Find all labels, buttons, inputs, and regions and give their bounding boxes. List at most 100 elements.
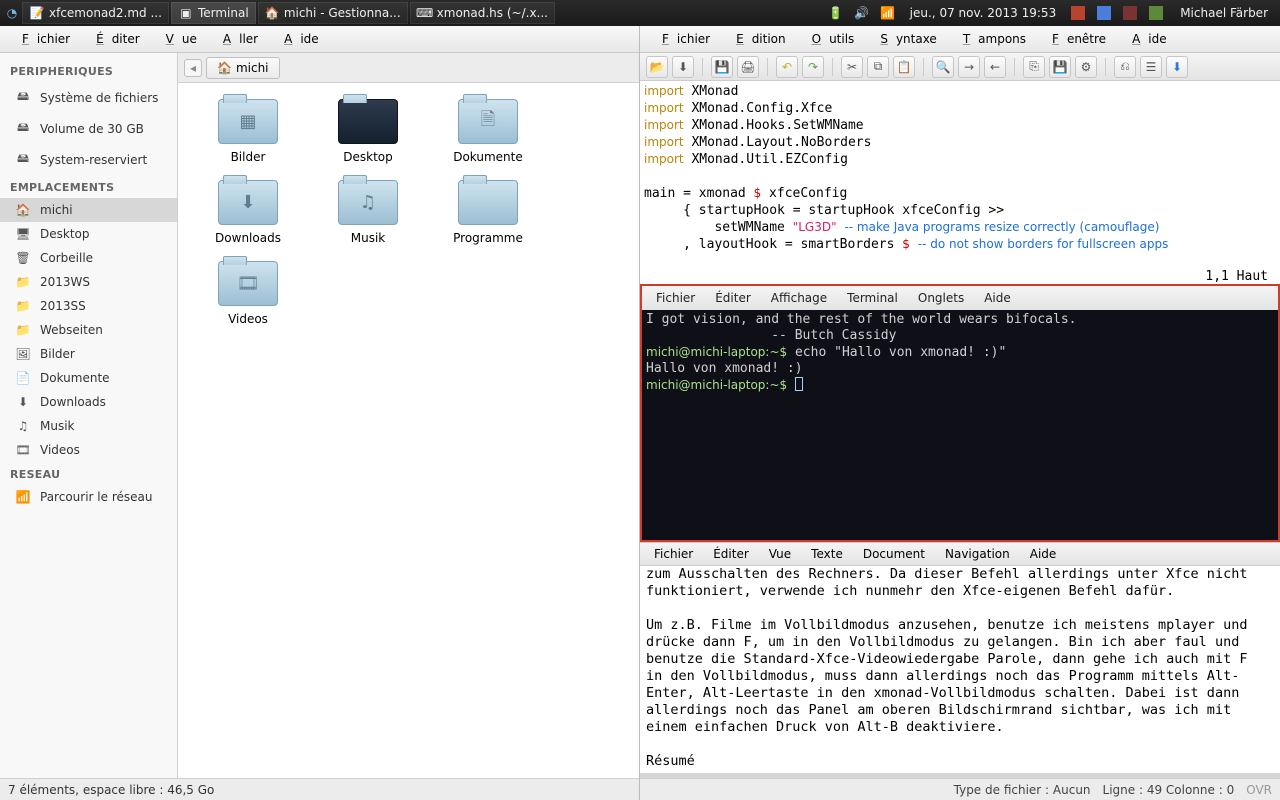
- sidebar-item-icon: 🎞: [14, 443, 32, 457]
- menu-onglets[interactable]: Onglets: [910, 289, 972, 307]
- menu-vue[interactable]: Vue: [150, 29, 205, 49]
- sidebar-item-webseiten[interactable]: 📁Webseiten: [0, 318, 177, 342]
- fm-iconview[interactable]: ▦BilderDesktop🗎Dokumente ⬇Downloads♫Musik…: [178, 83, 639, 778]
- menu-texte[interactable]: Texte: [803, 545, 851, 563]
- sidebar-item-label: michi: [40, 203, 73, 217]
- sidebar-item-downloads[interactable]: ⬇Downloads: [0, 390, 177, 414]
- tool4-button[interactable]: ☰: [1140, 56, 1162, 78]
- undo-button[interactable]: ↶: [776, 56, 798, 78]
- app3-icon[interactable]: [1120, 3, 1140, 23]
- sidebar-item-label: 2013WS: [40, 275, 90, 289]
- menu-aide[interactable]: Aide: [1116, 29, 1175, 49]
- menu-navigation[interactable]: Navigation: [937, 545, 1018, 563]
- folder-dokumente[interactable]: 🗎Dokumente: [428, 99, 548, 164]
- find-button[interactable]: 🔍: [932, 56, 954, 78]
- editor-code[interactable]: import XMonad import XMonad.Config.Xfce …: [640, 81, 1280, 269]
- folder-downloads[interactable]: ⬇Downloads: [188, 180, 308, 245]
- terminal-output[interactable]: I got vision, and the rest of the world …: [642, 310, 1278, 540]
- task-1[interactable]: ▣Terminal: [171, 2, 256, 24]
- sidebar-item-dokumente[interactable]: 📄Dokumente: [0, 366, 177, 390]
- sidebar-item-icon: 📁: [14, 323, 32, 337]
- folder-icon: 🗎: [458, 99, 518, 144]
- task-label: michi - Gestionna...: [284, 6, 401, 20]
- terminal-window: FichierÉditerAffichageTerminalOngletsAid…: [640, 284, 1280, 542]
- menu-aller[interactable]: Aller: [207, 29, 266, 49]
- tool1-button[interactable]: ⎘: [1023, 56, 1045, 78]
- path-segment-home[interactable]: 🏠 michi: [206, 57, 280, 79]
- next-button[interactable]: →: [958, 56, 980, 78]
- app2-icon[interactable]: [1094, 3, 1114, 23]
- battery-icon[interactable]: 🔋: [826, 3, 846, 23]
- task-0[interactable]: 📝xfcemonad2.md ...: [22, 2, 169, 24]
- sidebar-item-2013ss[interactable]: 📁2013SS: [0, 294, 177, 318]
- down-button[interactable]: ⬇: [672, 56, 694, 78]
- paste-button[interactable]: 📋: [893, 56, 915, 78]
- menu-syntaxe[interactable]: Syntaxe: [864, 29, 945, 49]
- menu-tampons[interactable]: Tampons: [947, 29, 1034, 49]
- tool5-button[interactable]: ⬇: [1166, 56, 1188, 78]
- menu-éditer[interactable]: Éditer: [707, 289, 759, 307]
- prev-button[interactable]: ←: [984, 56, 1006, 78]
- sidebar-item-michi[interactable]: 🏠michi: [0, 198, 177, 222]
- menu-fichier[interactable]: Fichier: [6, 29, 78, 49]
- sidebar-item-parcourir-le-réseau[interactable]: 📶Parcourir le réseau: [0, 485, 177, 509]
- folder-bilder[interactable]: ▦Bilder: [188, 99, 308, 164]
- settings-button[interactable]: ⚙: [1075, 56, 1097, 78]
- app1-icon[interactable]: [1068, 3, 1088, 23]
- cut-button[interactable]: ✂: [841, 56, 863, 78]
- sidebar-item-bilder[interactable]: 🖼Bilder: [0, 342, 177, 366]
- doc-body[interactable]: zum Ausschalten des Rechners. Da dieser …: [640, 566, 1280, 773]
- folder-icon: 🎞: [218, 261, 278, 306]
- copy-button[interactable]: ⧉: [867, 56, 889, 78]
- menu-outils[interactable]: Outils: [796, 29, 863, 49]
- wifi-icon[interactable]: 📶: [878, 3, 898, 23]
- menu-éditer[interactable]: Éditer: [80, 29, 148, 49]
- path-back-icon[interactable]: ◂: [184, 59, 202, 77]
- sidebar-item-système-de-fichiers[interactable]: 🖴Système de fichiers: [0, 82, 177, 113]
- sidebar-item-musik[interactable]: ♫Musik: [0, 414, 177, 438]
- redo-button[interactable]: ↷: [802, 56, 824, 78]
- folder-icon: [458, 180, 518, 225]
- sidebar-item-desktop[interactable]: 🖥Desktop: [0, 222, 177, 246]
- print-button[interactable]: 🖨: [737, 56, 759, 78]
- sidebar-item-system-reserviert[interactable]: 🖴System-reserviert: [0, 144, 177, 175]
- app4-icon[interactable]: [1146, 3, 1166, 23]
- sidebar-item-videos[interactable]: 🎞Videos: [0, 438, 177, 462]
- menu-aide[interactable]: Aide: [268, 29, 327, 49]
- menu-document[interactable]: Document: [855, 545, 933, 563]
- taskbar: ◔ 📝xfcemonad2.md ...▣Terminal🏠michi - Ge…: [4, 2, 826, 24]
- folder-programme[interactable]: Programme: [428, 180, 548, 245]
- task-3[interactable]: ⌨xmonad.hs (~/.x...: [410, 2, 555, 24]
- task-label: xfcemonad2.md ...: [49, 6, 162, 20]
- task-2[interactable]: 🏠michi - Gestionna...: [258, 2, 408, 24]
- menu-aide[interactable]: Aide: [976, 289, 1019, 307]
- menu-vue[interactable]: Vue: [761, 545, 799, 563]
- task-icon: ▣: [178, 5, 194, 21]
- menu-éditer[interactable]: Éditer: [705, 545, 757, 563]
- folder-desktop[interactable]: Desktop: [308, 99, 428, 164]
- volume-icon[interactable]: 🔊: [852, 3, 872, 23]
- tool2-button[interactable]: 💾: [1049, 56, 1071, 78]
- clock[interactable]: jeu., 07 nov. 2013 19:53: [904, 6, 1063, 20]
- sidebar-item-label: Bilder: [40, 347, 75, 361]
- folder-musik[interactable]: ♫Musik: [308, 180, 428, 245]
- menu-aide[interactable]: Aide: [1022, 545, 1065, 563]
- menu-fenêtre[interactable]: Fenêtre: [1036, 29, 1114, 49]
- menu-fichier[interactable]: Fichier: [646, 29, 718, 49]
- sidebar-item-corbeille[interactable]: 🗑Corbeille: [0, 246, 177, 270]
- menu-fichier[interactable]: Fichier: [646, 545, 701, 563]
- sidebar-item-2013ws[interactable]: 📁2013WS: [0, 270, 177, 294]
- menu-icon[interactable]: ◔: [4, 5, 20, 21]
- user-label[interactable]: Michael Färber: [1172, 6, 1276, 20]
- tool3-button[interactable]: ⎌: [1114, 56, 1136, 78]
- sidebar-item-volume-de-30-gb[interactable]: 🖴Volume de 30 GB: [0, 113, 177, 144]
- menu-terminal[interactable]: Terminal: [839, 289, 906, 307]
- menu-edition[interactable]: Edition: [720, 29, 794, 49]
- editor-window: FichierEditionOutilsSyntaxeTamponsFenêtr…: [640, 26, 1280, 284]
- folder-videos[interactable]: 🎞Videos: [188, 261, 308, 326]
- menu-fichier[interactable]: Fichier: [648, 289, 703, 307]
- doc-filetype: Type de fichier : Aucun: [954, 783, 1091, 797]
- save-button[interactable]: 💾: [711, 56, 733, 78]
- menu-affichage[interactable]: Affichage: [763, 289, 835, 307]
- open-button[interactable]: 📂: [646, 56, 668, 78]
